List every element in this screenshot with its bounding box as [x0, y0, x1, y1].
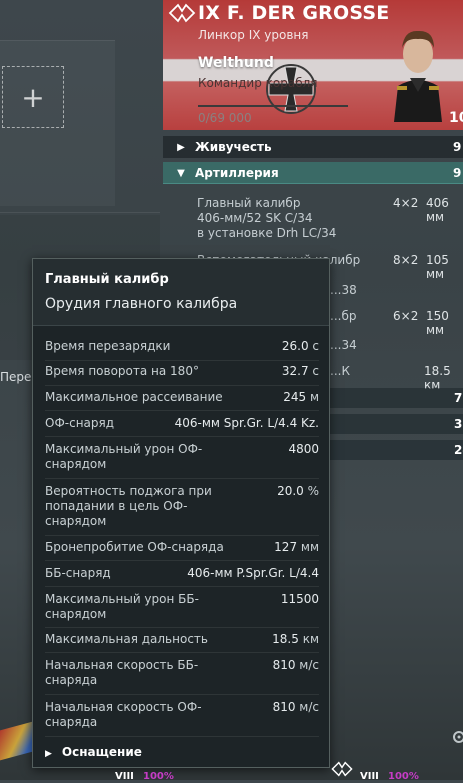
- chevron-down-icon: ▼: [177, 167, 185, 179]
- artillery-row: ...К: [330, 364, 350, 378]
- artillery-row-count: 8×2: [393, 253, 419, 267]
- tooltip-row-label: Максимальное рассеивание: [45, 390, 223, 404]
- section-survivability-label: Живучесть: [195, 140, 272, 154]
- artillery-row: ...38: [330, 283, 357, 297]
- artillery-row: в установке Drh LC/34: [197, 226, 337, 240]
- tooltip-footer-equipment[interactable]: ▶ Оснащение: [45, 745, 142, 759]
- tooltip-row-label: Бронепробитие ОФ-снаряда: [45, 540, 224, 554]
- tooltip-row-value: 810 м/с: [272, 700, 319, 714]
- artillery-row-value: 150 мм: [426, 309, 449, 337]
- row-separator: [45, 535, 319, 536]
- tier-label: VIII: [360, 771, 379, 782]
- row-separator: [45, 560, 319, 561]
- tooltip-row-label: ОФ-снаряд: [45, 416, 115, 430]
- chevron-right-icon: ▶: [177, 141, 185, 153]
- percent-label: 100%: [143, 771, 174, 782]
- artillery-row-count: 6×2: [393, 309, 419, 323]
- section-artillery-value: 9: [453, 166, 462, 180]
- tooltip-footer-label: Оснащение: [61, 745, 142, 759]
- artillery-row-count: 4×2: [393, 196, 419, 210]
- bottom-ship-badge[interactable]: VIII 100%: [115, 764, 174, 783]
- commander-portrait[interactable]: [388, 22, 448, 122]
- stat-bar-value: 33: [454, 417, 463, 431]
- tooltip-row: Максимальный урон ББ-снарядом 11500: [45, 592, 319, 624]
- section-survivability[interactable]: ▶ Живучесть 9: [163, 136, 463, 158]
- percent-label: 100%: [388, 771, 419, 782]
- tooltip-row-value: 245 м: [283, 390, 319, 404]
- tooltip-row-label: Максимальная дальность: [45, 632, 208, 646]
- left-divider: [0, 212, 160, 213]
- tier-label: VIII: [115, 771, 134, 782]
- artillery-row: 406-мм/52 SK C/34: [197, 211, 313, 225]
- xp-value: 0/69 000: [198, 111, 252, 125]
- tooltip-row-value: 4800: [288, 442, 319, 456]
- row-separator: [45, 586, 319, 587]
- row-separator: [45, 652, 319, 653]
- chevron-right-icon: ▶: [45, 749, 52, 759]
- row-separator: [45, 694, 319, 695]
- tooltip-row-value: 406-мм Spr.Gr. L/4.4 Kz.: [174, 416, 319, 430]
- artillery-row: ...34: [330, 338, 357, 352]
- tooltip-row-label: Вероятность поджога при попадании в цель…: [45, 484, 212, 528]
- tooltip-row-label: Начальная скорость ББ-снаряда: [45, 658, 199, 687]
- tooltip-row-value: 20.0 %: [277, 484, 319, 498]
- artillery-row-value: 406 мм: [426, 196, 449, 224]
- stat-bar-value: 78: [454, 391, 463, 405]
- artillery-row: ...бр: [330, 309, 357, 323]
- add-slot-button[interactable]: +: [2, 66, 64, 128]
- section-survivability-value: 9: [453, 140, 462, 154]
- tooltip-row-label: Время поворота на 180°: [45, 364, 199, 378]
- row-separator: [45, 385, 319, 386]
- tooltip-row-label: Время перезарядки: [45, 339, 171, 353]
- tooltip-row-label: Максимальный урон ОФ-снарядом: [45, 442, 203, 471]
- ship-logo-icon: [331, 761, 353, 777]
- main-battery-tooltip: Главный калибр Орудия главного калибра В…: [32, 258, 330, 768]
- tooltip-row-label: Начальная скорость ОФ-снаряда: [45, 700, 202, 729]
- row-separator: [45, 736, 319, 737]
- row-separator: [45, 410, 319, 411]
- xp-bar: [198, 105, 348, 107]
- tooltip-row-value: 127 мм: [274, 540, 319, 554]
- row-separator: [45, 360, 319, 361]
- plus-icon: +: [21, 80, 45, 114]
- artillery-row-text: Главный калибр: [197, 196, 301, 210]
- section-artillery[interactable]: ▼ Артиллерия 9: [163, 162, 463, 184]
- tooltip-row-value: 26.0 с: [281, 339, 319, 353]
- row-separator: [45, 436, 319, 437]
- section-artillery-label: Артиллерия: [195, 166, 279, 180]
- stat-bar-value: 24: [454, 443, 463, 457]
- commander-name[interactable]: Welthund: [198, 55, 274, 71]
- tooltip-row-value: 810 м/с: [272, 658, 319, 672]
- tooltip-row-value: 11500: [280, 592, 319, 606]
- tooltip-separator: [33, 325, 329, 326]
- artillery-underline: [163, 183, 463, 184]
- artillery-row-value: 105 мм: [426, 253, 449, 281]
- ship-logo-icon: [168, 3, 196, 23]
- commander-role: Командир корабля: [198, 76, 318, 90]
- tooltip-title: Главный калибр: [45, 272, 169, 287]
- tooltip-row-value: 18.5 км: [272, 632, 319, 646]
- tooltip-row-value: 406-мм P.Spr.Gr. L/4.4: [187, 566, 319, 580]
- bottom-ship-badge[interactable]: VIII 100%: [360, 764, 419, 783]
- tooltip-row: Максимальный урон ОФ-снарядом 4800: [45, 442, 319, 474]
- tooltip-header: Главный калибр Орудия главного калибра: [33, 259, 329, 325]
- tooltip-row: Начальная скорость ОФ-снаряда 810 м/с: [45, 700, 319, 732]
- tooltip-row-value: 32.7 с: [281, 364, 319, 378]
- ship-title: IX F. DER GROSSE: [198, 2, 390, 24]
- tooltip-row: Вероятность поджога при попадании в цель…: [45, 484, 319, 531]
- ship-type: Линкор IX уровня: [198, 28, 309, 42]
- tooltip-row-label: Максимальный урон ББ-снарядом: [45, 592, 199, 621]
- tooltip-row: Начальная скорость ББ-снаряда 810 м/с: [45, 658, 319, 690]
- gear-icon[interactable]: [452, 730, 463, 744]
- tooltip-row-label: ББ-снаряд: [45, 566, 111, 580]
- tooltip-subtitle: Орудия главного калибра: [45, 296, 238, 312]
- row-separator: [45, 478, 319, 479]
- row-separator: [45, 627, 319, 628]
- corner-level: 10: [449, 110, 463, 126]
- artillery-row: Главный калибр: [197, 196, 300, 211]
